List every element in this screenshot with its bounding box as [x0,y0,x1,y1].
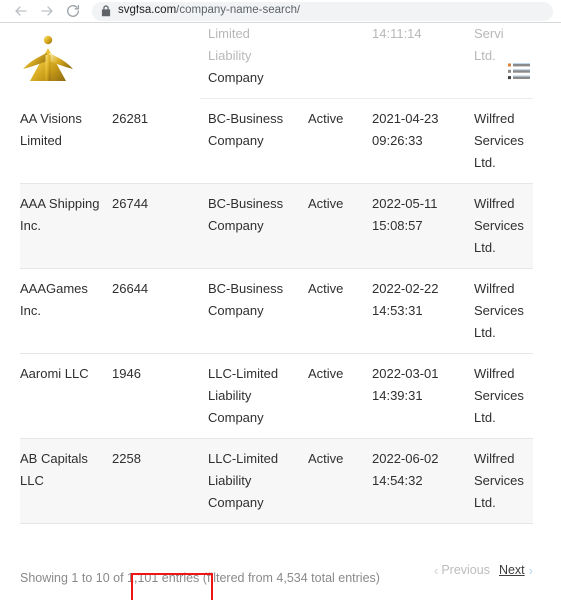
pagination: ‹ Previous Next › [434,563,533,577]
cell-status: Active [308,183,372,269]
entries-info-count: 1,101 entries [127,570,200,585]
table-row[interactable]: AAA Shipping Inc. 26744 BC-Business Comp… [20,183,533,269]
cell-type-line1: Limited [208,26,250,41]
cell-number: 2258 [112,438,208,524]
table-row[interactable]: AAAGames Inc. 26644 BC-Business Company … [20,268,533,354]
cell-agent: Wilfred Services Ltd. [474,98,533,184]
cell-agent-line1: Servi [474,26,504,41]
table-footer: Showing 1 to 10 of 1,101 entries (filter… [20,556,533,600]
cell-name: Aaromi LLC [20,353,112,439]
cell-type: BC-Business Company [208,268,308,354]
table-row-partial[interactable]: Limited Liability Company 14:11:14 Servi… [20,23,533,99]
forward-button[interactable] [34,0,60,22]
address-bar[interactable]: svgfsa.com/company-name-search/ [92,1,553,21]
url-domain: svgfsa.com [118,5,177,17]
cell-number: 26644 [112,268,208,354]
entries-info: Showing 1 to 10 of 1,101 entries (filter… [20,572,380,585]
cell-agent: Wilfred Services Ltd. [474,438,533,524]
datatable: Limited Liability Company 14:11:14 Servi… [20,23,533,524]
cell-status: Active [308,438,372,524]
cell-type-line3: Company [208,70,264,85]
cell-date: 14:11:14 [372,23,474,99]
arrow-right-icon [39,3,55,19]
cell-type: LLC-Limited Liability Company [208,353,308,439]
cell-agent: Servi Ltd. [474,23,533,99]
cell-number [112,23,208,99]
entries-info-prefix: Showing 1 to 10 of [20,570,128,585]
cell-date: 2022-06-02 14:54:32 [372,438,474,524]
table-row[interactable]: AA Visions Limited 26281 BC-Business Com… [20,98,533,184]
cell-agent: Wilfred Services Ltd. [474,353,533,439]
cell-type: Limited Liability Company [208,23,308,99]
cell-date: 2022-05-11 15:08:57 [372,183,474,269]
list-menu-button[interactable] [508,63,530,80]
cell-status: Active [308,98,372,184]
cell-number: 26281 [112,98,208,184]
datatable-body: Limited Liability Company 14:11:14 Servi… [20,23,533,524]
page-content: Limited Liability Company 14:11:14 Servi… [0,23,561,600]
arrow-left-icon [13,3,29,19]
lock-icon [101,5,111,17]
reload-icon [65,3,81,19]
company-results-table: Limited Liability Company 14:11:14 Servi… [20,23,533,524]
cell-date: 2021-04-23 09:26:33 [372,98,474,184]
cell-agent: Wilfred Services Ltd. [474,268,533,354]
chevron-right-icon: › [528,562,533,578]
reload-button[interactable] [60,0,86,22]
cell-name: AAAGames Inc. [20,268,112,354]
cell-type: BC-Business Company [208,98,308,184]
back-button[interactable] [8,0,34,22]
cell-status [308,23,372,99]
list-menu-icon [508,63,530,80]
next-page-label: Next [498,563,525,577]
next-page-button[interactable]: Next › [499,563,533,577]
url-text: svgfsa.com/company-name-search/ [118,5,300,17]
previous-page-label: Previous [441,563,490,577]
cell-type: BC-Business Company [208,183,308,269]
cell-status: Active [308,268,372,354]
table-row[interactable]: AB Capitals LLC 2258 LLC-Limited Liabili… [20,438,533,524]
table-row[interactable]: Aaromi LLC 1946 LLC-Limited Liability Co… [20,353,533,439]
previous-page-button[interactable]: ‹ Previous [434,563,490,577]
cell-name: AAA Shipping Inc. [20,183,112,269]
cell-name: AA Visions Limited [20,98,112,184]
cell-type-line2: Liability [208,48,252,63]
cell-agent: Wilfred Services Ltd. [474,183,533,269]
cell-status: Active [308,353,372,439]
cell-number: 1946 [112,353,208,439]
chevron-left-icon: ‹ [433,562,439,578]
cell-name [20,23,112,99]
entries-info-suffix: (filtered from 4,534 total entries) [199,570,380,585]
cell-type: LLC-Limited Liability Company [208,438,308,524]
cell-date: 2022-03-01 14:39:31 [372,353,474,439]
cell-date: 2022-02-22 14:53:31 [372,268,474,354]
cell-number: 26744 [112,183,208,269]
cell-name: AB Capitals LLC [20,438,112,524]
browser-toolbar: svgfsa.com/company-name-search/ [0,0,561,23]
url-path: /company-name-search/ [176,5,301,17]
